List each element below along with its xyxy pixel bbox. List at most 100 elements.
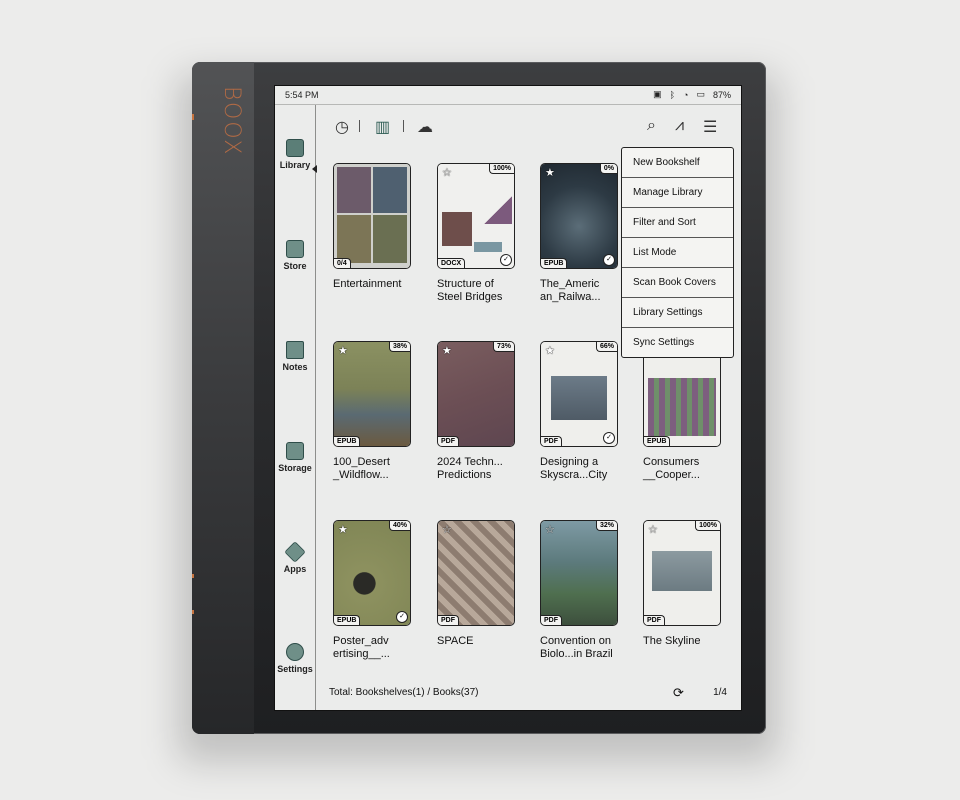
book-cover: ★ 38% EPUB <box>333 341 411 447</box>
progress-badge: 100% <box>489 164 514 174</box>
star-icon[interactable]: ★ <box>545 166 555 179</box>
book-cover: ☆ PDF <box>437 520 515 626</box>
format-badge: PDF <box>438 615 459 625</box>
book-title: Convention on Biolo...in Brazil <box>540 635 613 660</box>
book-item[interactable]: EPUB Consumers __Cooper... <box>643 341 723 482</box>
settings-icon <box>286 643 304 661</box>
bookshelf-icon[interactable]: ▥ <box>375 117 390 137</box>
book-title: 100_Desert _Wildflow... <box>333 456 390 481</box>
cloud-icon[interactable]: ☁ <box>417 117 433 137</box>
book-cover: ☆ 100% PDF <box>643 520 721 626</box>
sidebar-item-notes[interactable]: Notes <box>275 341 315 372</box>
sidebar: Library Store Notes Storage Apps Setting… <box>275 105 317 710</box>
apps-icon <box>284 541 306 563</box>
star-icon[interactable]: ☆ <box>442 166 452 179</box>
book-title: 2024 Techn... Predictions <box>437 456 503 481</box>
menu-item-sync-settings[interactable]: Sync Settings <box>622 328 733 357</box>
book-title: Consumers __Cooper... <box>643 456 700 481</box>
shelf-item[interactable]: 0/4 Entertainment <box>333 163 413 291</box>
sidebar-item-store[interactable]: Store <box>275 240 315 271</box>
progress-badge: 40% <box>388 521 410 531</box>
star-icon[interactable]: ☆ <box>442 523 452 536</box>
book-item[interactable]: ★ 0% EPUB ✓ The_Americ an_Railwa... <box>540 163 620 304</box>
book-item[interactable]: ★ 38% EPUB 100_Desert _Wildflow... <box>333 341 413 482</box>
menu-item-new-bookshelf[interactable]: New Bookshelf <box>622 148 733 178</box>
book-item[interactable]: ★ 40% EPUB ✓ Poster_adv ertising__... <box>333 520 413 661</box>
sidebar-item-label: Library <box>279 160 311 170</box>
search-icon[interactable]: ⌕ <box>647 117 656 135</box>
star-icon[interactable]: ★ <box>545 344 555 357</box>
book-item[interactable]: ☆ 100% DOCX ✓ Structure of Steel Bridges <box>437 163 517 304</box>
menu-item-library-settings[interactable]: Library Settings <box>622 298 733 328</box>
battery-icon: ▭ <box>696 89 705 99</box>
separator <box>403 120 404 132</box>
sidebar-item-storage[interactable]: Storage <box>275 442 315 473</box>
sidebar-item-apps[interactable]: Apps <box>275 541 315 574</box>
page-indicator[interactable]: 1/4 <box>713 687 727 698</box>
statistics-icon[interactable]: ⩘ <box>675 117 684 135</box>
sidebar-item-label: Settings <box>277 664 313 674</box>
progress-badge: 66% <box>595 342 617 352</box>
progress-badge: 0% <box>599 164 617 174</box>
star-icon[interactable]: ★ <box>338 523 348 536</box>
accent-mark <box>192 574 194 578</box>
book-item[interactable]: ★ 66% PDF ✓ Designing a Skyscra...City <box>540 341 620 482</box>
sidebar-item-label: Store <box>283 261 307 271</box>
menu-item-manage-library[interactable]: Manage Library <box>622 178 733 208</box>
format-badge: EPUB <box>334 615 361 625</box>
book-cover: ☆ 32% PDF <box>540 520 618 626</box>
status-bar: 5:54 PM ▣ ᛒ ◔ ▭ 87% <box>275 86 741 105</box>
refresh-icon[interactable]: ⟳ <box>673 685 684 701</box>
menu-item-filter-sort[interactable]: Filter and Sort <box>622 208 733 238</box>
menu-item-list-mode[interactable]: List Mode <box>622 238 733 268</box>
book-title: Structure of Steel Bridges <box>437 278 503 303</box>
sidebar-item-label: Apps <box>283 564 307 574</box>
format-badge: PDF <box>644 615 665 625</box>
book-title: Designing a Skyscra...City <box>540 456 608 481</box>
book-item[interactable]: ☆ PDF SPACE <box>437 520 517 648</box>
book-cover: ★ 73% PDF <box>437 341 515 447</box>
shelf-count: 0/4 <box>334 258 351 268</box>
book-item[interactable]: ★ 73% PDF 2024 Techn... Predictions <box>437 341 517 482</box>
progress-badge: 73% <box>492 342 514 352</box>
menu-list-icon[interactable]: ☰ <box>703 117 717 137</box>
battery-level: 87% <box>712 89 731 100</box>
book-item[interactable]: ☆ 32% PDF Convention on Biolo...in Brazi… <box>540 520 620 661</box>
store-icon <box>286 240 304 258</box>
menu-item-scan-covers[interactable]: Scan Book Covers <box>622 268 733 298</box>
book-cover: ★ 66% PDF ✓ <box>540 341 618 447</box>
check-icon: ✓ <box>603 432 615 444</box>
format-badge: EPUB <box>644 436 671 446</box>
progress-badge: 32% <box>595 521 617 531</box>
book-title: Entertainment <box>333 278 402 290</box>
brand-logo: BOOX <box>219 86 244 157</box>
bluetooth-icon: ᛒ <box>669 89 676 100</box>
format-badge: PDF <box>438 436 459 446</box>
format-badge: PDF <box>541 615 562 625</box>
star-icon[interactable]: ★ <box>442 344 452 357</box>
total-count: Total: Bookshelves(1) / Books(37) <box>329 687 479 698</box>
progress-badge: 100% <box>695 521 720 531</box>
book-cover: ☆ 100% DOCX ✓ <box>437 163 515 269</box>
book-title: SPACE <box>437 635 474 647</box>
format-badge: EPUB <box>334 436 361 446</box>
book-item[interactable]: ☆ 100% PDF The Skyline <box>643 520 723 648</box>
accent-mark <box>192 114 194 120</box>
sidebar-item-library[interactable]: Library <box>275 139 315 170</box>
format-badge: DOCX <box>438 258 466 268</box>
star-icon[interactable]: ★ <box>338 344 348 357</box>
accent-mark <box>192 610 194 614</box>
storage-icon <box>286 442 304 460</box>
check-icon: ✓ <box>396 611 408 623</box>
star-icon[interactable]: ☆ <box>545 523 555 536</box>
book-cover: ★ 40% EPUB ✓ <box>333 520 411 626</box>
format-badge: EPUB <box>541 258 568 268</box>
check-icon: ✓ <box>500 254 512 266</box>
dropdown-menu: New Bookshelf Manage Library Filter and … <box>621 147 734 358</box>
star-icon[interactable]: ☆ <box>648 523 658 536</box>
recent-clock-icon[interactable]: ◷ <box>335 117 349 137</box>
book-title: The Skyline <box>643 635 701 647</box>
clock: 5:54 PM <box>285 90 319 100</box>
sidebar-item-settings[interactable]: Settings <box>275 643 315 674</box>
sidebar-item-label: Storage <box>278 463 312 473</box>
